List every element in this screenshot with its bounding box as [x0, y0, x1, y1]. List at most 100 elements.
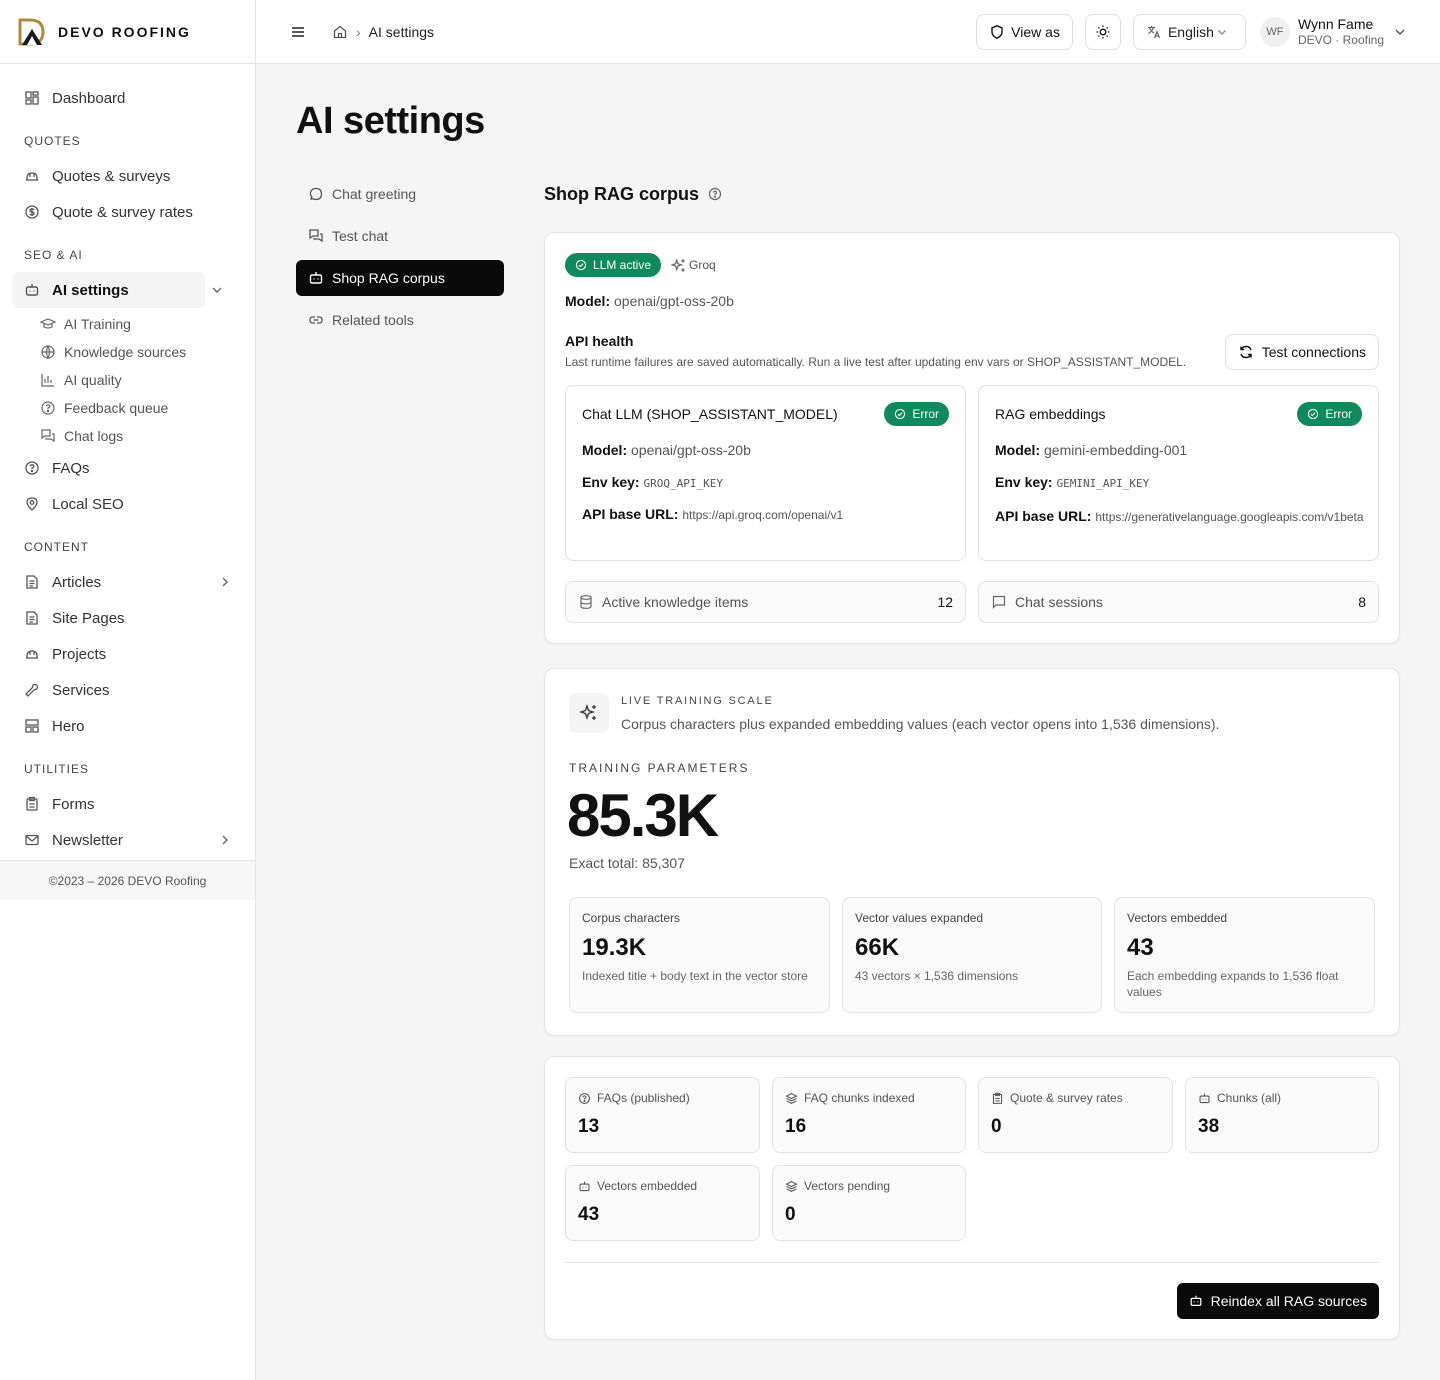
stat-label: Active knowledge items — [602, 594, 749, 610]
sidebar-item-quotes-surveys[interactable]: Quotes & surveys — [0, 158, 255, 194]
view-as-button[interactable]: View as — [976, 13, 1073, 50]
chevron-down-icon — [1214, 24, 1230, 40]
training-exact-total: Exact total: 85,307 — [569, 855, 685, 871]
stat-value: 43 — [578, 1204, 600, 1225]
active-knowledge-items: Active knowledge items 12 — [565, 581, 966, 623]
sidebar-subitem-feedback-queue[interactable]: Feedback queue — [0, 394, 255, 422]
user-menu[interactable]: WF Wynn Fame DEVO · Roofing — [1259, 15, 1408, 48]
wrench-icon — [24, 682, 40, 698]
sidebar-item-site-pages[interactable]: Site Pages — [0, 600, 255, 636]
stat-quote-survey-rates: Quote & survey rates 0 — [978, 1077, 1173, 1153]
chevron-right-icon[interactable] — [217, 574, 233, 590]
sidebar-subitem-ai-quality[interactable]: AI quality — [0, 366, 255, 394]
sidebar-item-newsletter[interactable]: Newsletter — [0, 822, 255, 858]
sidebar-subitem-ai-training[interactable]: AI Training — [0, 310, 255, 338]
subnav-label: Shop RAG corpus — [332, 270, 445, 286]
sidebar-item-faqs[interactable]: FAQs — [0, 450, 255, 486]
subnav-shop-rag-corpus[interactable]: Shop RAG corpus — [296, 260, 504, 296]
stat-value: 0 — [785, 1204, 796, 1225]
sidebar-subitem-knowledge-sources[interactable]: Knowledge sources — [0, 338, 255, 366]
brand-logo-icon — [18, 17, 46, 47]
subnav-related-tools[interactable]: Related tools — [296, 302, 504, 338]
sidebar-subitem-chat-logs[interactable]: Chat logs — [0, 422, 255, 450]
check-circle-icon — [575, 259, 587, 271]
messages-icon — [308, 228, 324, 244]
layers-icon — [785, 1180, 798, 1193]
subnav-label: Chat greeting — [332, 186, 417, 202]
user-name: Wynn Fame — [1297, 15, 1374, 32]
stat-value: 12 — [937, 594, 953, 610]
sidebar-item-hero[interactable]: Hero — [0, 708, 255, 744]
chevron-right-icon[interactable] — [217, 832, 233, 848]
home-icon[interactable] — [332, 24, 348, 40]
map-pin-icon — [24, 496, 40, 512]
help-circle-icon — [578, 1092, 591, 1105]
clipboard-icon — [991, 1092, 1004, 1105]
reindex-label: Reindex all RAG sources — [1210, 1293, 1367, 1309]
globe-icon — [40, 344, 56, 360]
active-model: Model: openai/gpt-oss-20b — [565, 293, 734, 309]
subnav-test-chat[interactable]: Test chat — [296, 218, 504, 254]
file-text-icon — [24, 610, 40, 626]
box-value: 19.3K — [582, 934, 647, 961]
field-value: https://generativelanguage.googleapis.co… — [1095, 510, 1364, 524]
sidebar-item-label: Quotes & surveys — [52, 167, 171, 185]
stat-chunks-all: Chunks (all) 38 — [1185, 1077, 1379, 1153]
embeddings-model: Model: gemini-embedding-001 — [995, 442, 1187, 458]
field-value: gemini-embedding-001 — [1044, 442, 1188, 458]
settings-subnav: Chat greeting Test chat Shop RAG corpus … — [296, 176, 504, 344]
section-label-seo-ai: SEO & AI — [24, 248, 83, 262]
sun-icon — [1095, 24, 1111, 40]
brand[interactable]: DEVO ROOFING — [0, 0, 255, 64]
box-description: Each embedding expands to 1,536 float va… — [1127, 969, 1339, 999]
stat-faq-chunks-indexed: FAQ chunks indexed 16 — [772, 1077, 966, 1153]
bot-icon — [1198, 1092, 1211, 1105]
subnav-chat-greeting[interactable]: Chat greeting — [296, 176, 504, 212]
top-header: › AI settings View as English WF Wynn Fa… — [256, 0, 1440, 64]
chat-sessions: Chat sessions 8 — [978, 581, 1379, 623]
sidebar-blank-area — [0, 900, 255, 1380]
help-circle-icon[interactable] — [707, 186, 723, 202]
bot-icon — [308, 270, 324, 286]
section-title-text: Shop RAG corpus — [544, 183, 700, 204]
box-label: Corpus characters — [582, 911, 681, 925]
field-label: Model: — [995, 442, 1041, 458]
sidebar-item-ai-settings[interactable]: AI settings — [12, 272, 222, 308]
sidebar-item-label: Local SEO — [52, 495, 124, 513]
menu-icon[interactable] — [290, 24, 306, 40]
main-content: Shop RAG corpus LLM active Groq Model: o… — [544, 176, 1400, 1340]
sidebar-item-articles[interactable]: Articles — [0, 564, 255, 600]
language-select[interactable]: English — [1132, 13, 1246, 50]
sidebar-item-label: Services — [52, 681, 110, 699]
llm-status-label: LLM active — [593, 258, 652, 272]
sidebar-item-label: Site Pages — [52, 609, 125, 627]
clipboard-icon — [24, 796, 40, 812]
sidebar: DEVO ROOFING Dashboard QUOTES Quotes & s… — [0, 0, 256, 1380]
reindex-rag-button[interactable]: Reindex all RAG sources — [1176, 1283, 1379, 1319]
translate-icon — [1146, 24, 1162, 40]
chevron-down-icon[interactable] — [209, 282, 225, 298]
language-value: English — [1167, 23, 1214, 40]
sidebar-item-label: Quote & survey rates — [52, 203, 193, 221]
stat-label: Chunks (all) — [1217, 1091, 1282, 1105]
sidebar-item-label: AI settings — [52, 281, 129, 299]
dollar-circle-icon — [24, 204, 40, 220]
sidebar-item-dashboard[interactable]: Dashboard — [0, 80, 255, 116]
theme-toggle-button[interactable] — [1084, 13, 1121, 50]
bot-icon — [578, 1180, 591, 1193]
refresh-icon — [1238, 344, 1254, 360]
test-connections-button[interactable]: Test connections — [1224, 334, 1379, 370]
stat-value: 0 — [991, 1116, 1002, 1137]
check-circle-icon — [1307, 408, 1319, 420]
chat-llm-model: Model: openai/gpt-oss-20b — [582, 442, 751, 458]
provider-label: Groq — [671, 258, 716, 272]
sidebar-item-local-seo[interactable]: Local SEO — [0, 486, 255, 522]
sidebar-item-services[interactable]: Services — [0, 672, 255, 708]
hard-hat-icon — [24, 168, 40, 184]
sidebar-item-projects[interactable]: Projects — [0, 636, 255, 672]
chat-llm-env-key: Env key: GROQ_API_KEY — [582, 474, 723, 490]
check-circle-icon — [894, 408, 906, 420]
embeddings-status-label: Error — [1325, 407, 1352, 421]
sidebar-item-quote-rates[interactable]: Quote & survey rates — [0, 194, 255, 230]
sidebar-item-forms[interactable]: Forms — [0, 786, 255, 822]
